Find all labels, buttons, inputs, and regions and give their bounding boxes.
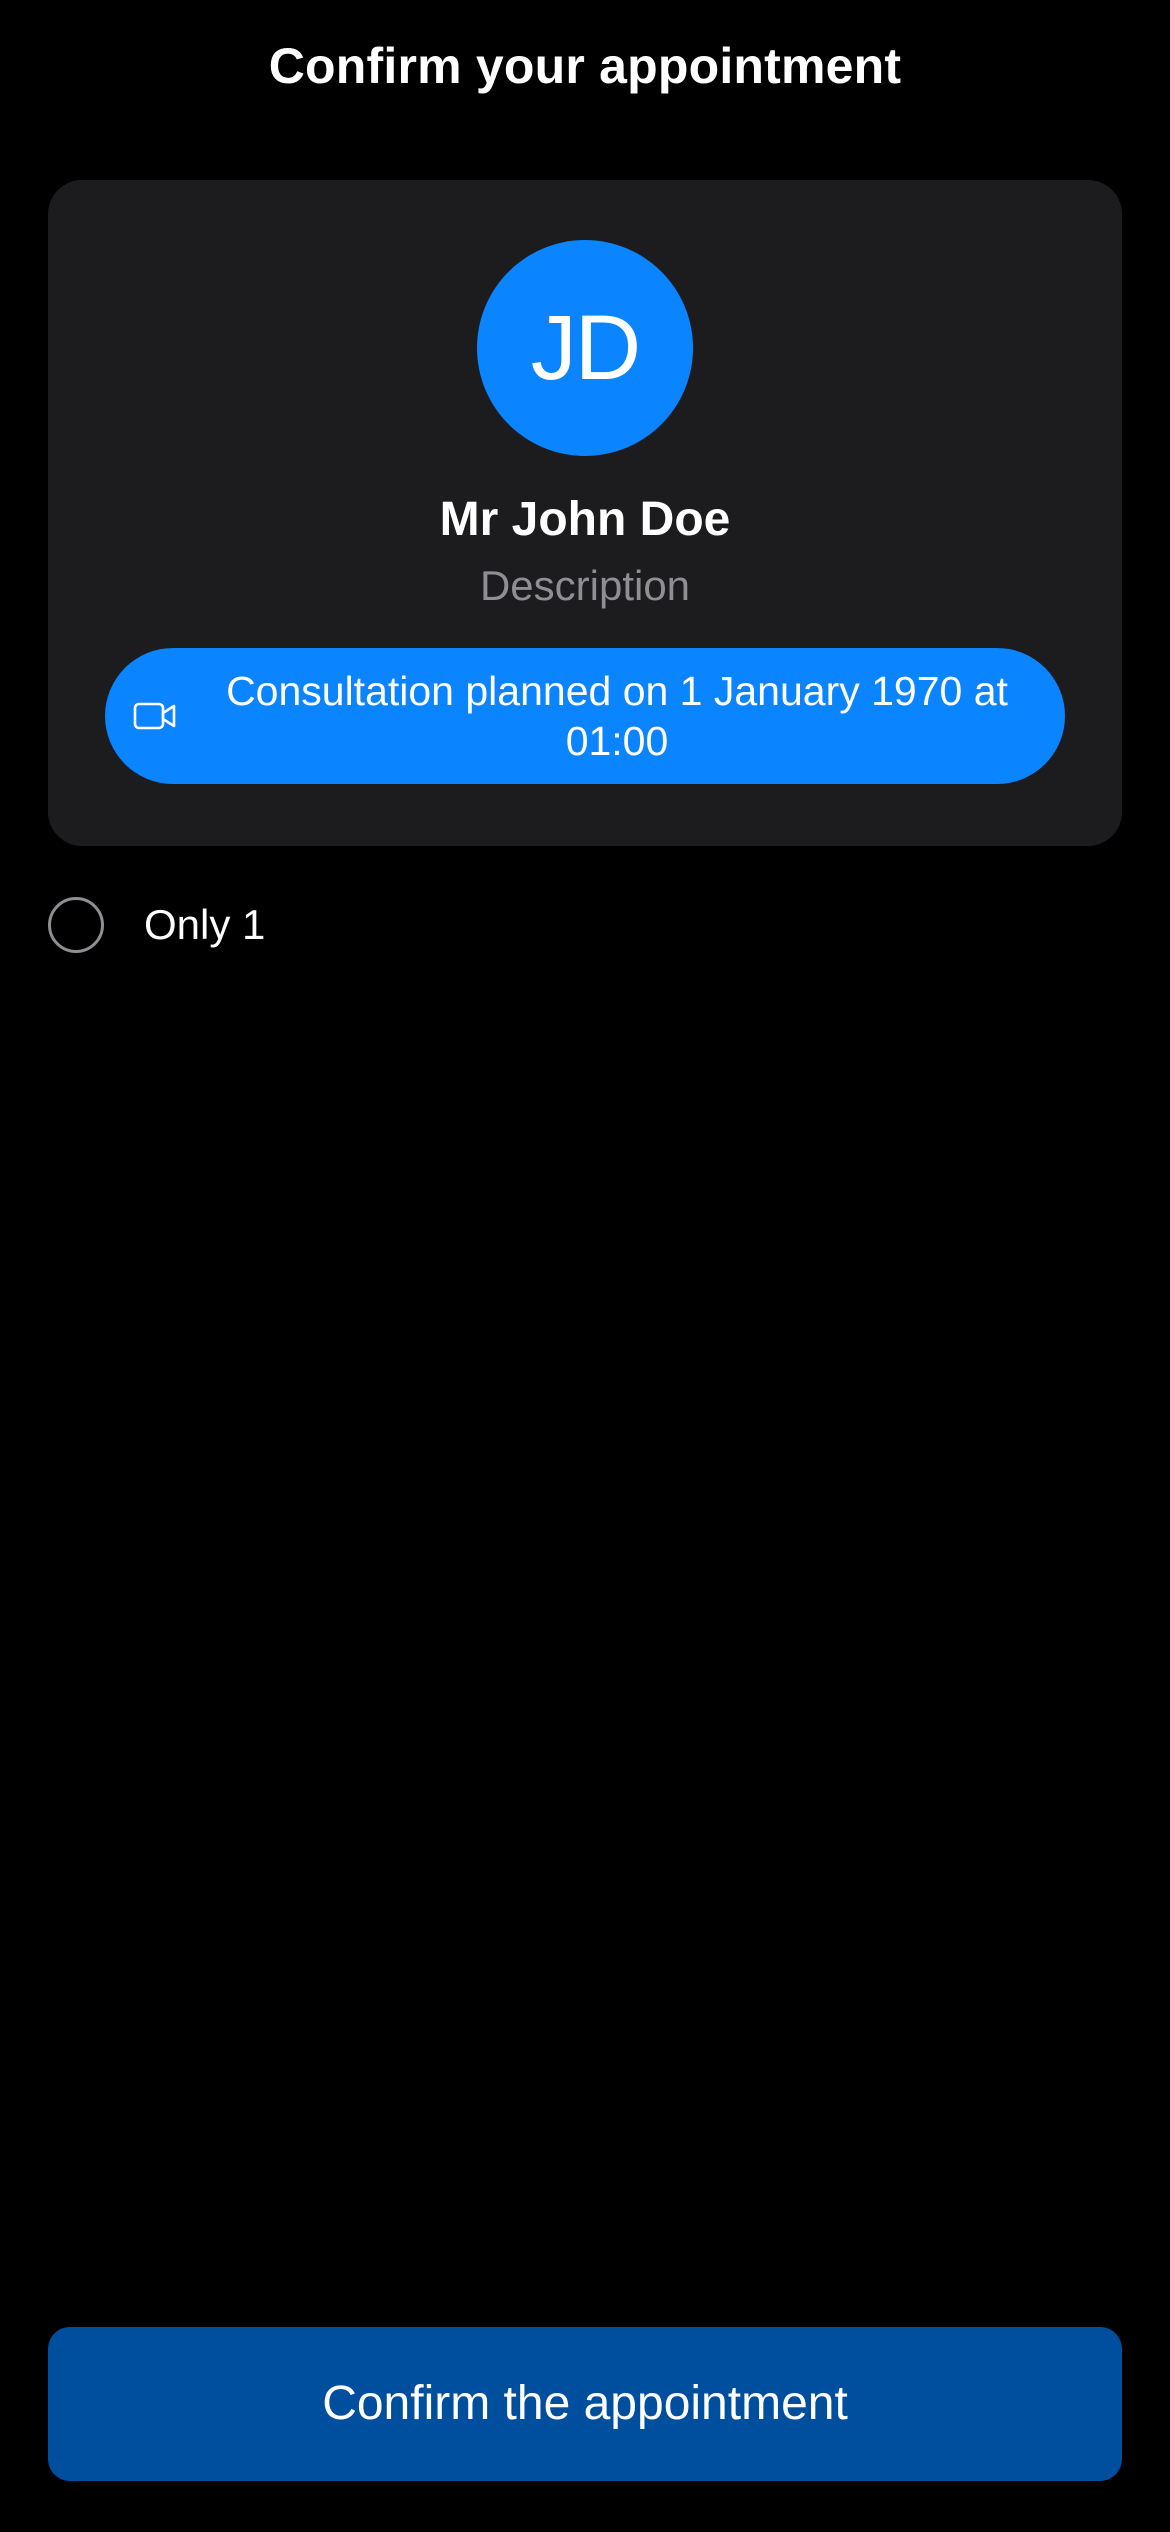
confirm-button-label: Confirm the appointment — [322, 2377, 848, 2430]
option-only-1[interactable]: Only 1 — [48, 894, 265, 956]
avatar-initials: JD — [530, 297, 641, 399]
radio-button[interactable] — [48, 897, 104, 953]
video-camera-icon — [133, 701, 177, 731]
option-label: Only 1 — [144, 901, 266, 948]
doctor-card: JD Mr John Doe Description Consultation … — [48, 180, 1122, 846]
avatar: JD — [477, 240, 693, 456]
consultation-badge: Consultation planned on 1 January 1970 a… — [105, 648, 1065, 784]
doctor-name: Mr John Doe — [439, 493, 731, 546]
confirm-appointment-button[interactable]: Confirm the appointment — [48, 2327, 1122, 2481]
consultation-text: Consultation planned on 1 January 1970 a… — [226, 668, 1008, 764]
page-title: Confirm your appointment — [268, 38, 902, 94]
doctor-description: Description — [479, 562, 691, 609]
